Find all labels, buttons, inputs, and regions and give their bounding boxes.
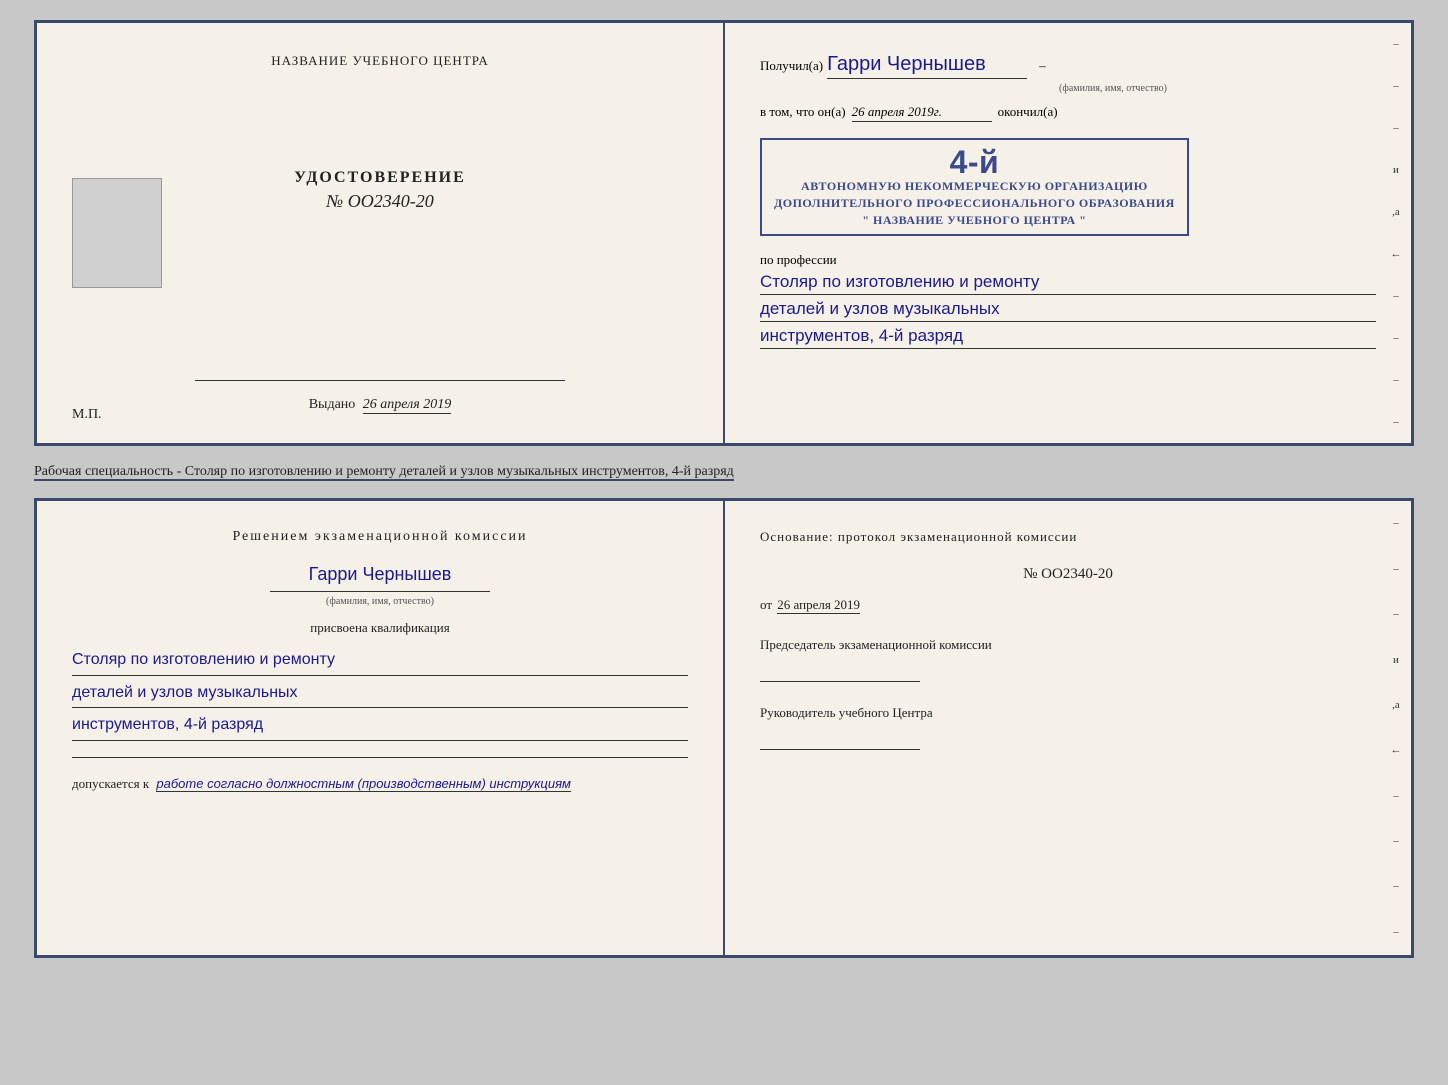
rukovoditel-block: Руководитель учебного Центра bbox=[760, 702, 1376, 750]
prisvoena-line: присвоена квалификация bbox=[72, 618, 688, 639]
udostoverenie-title: УДОСТОВЕРЕНИЕ bbox=[294, 169, 466, 187]
vtom-date: 26 апреля 2019г. bbox=[852, 104, 992, 122]
recipient-name: Гарри Чернышев bbox=[827, 53, 1027, 79]
dopuskaetsya-line: допускается к работе согласно должностны… bbox=[72, 774, 688, 795]
bottom-right-page: Основание: протокол экзаменационной коми… bbox=[725, 501, 1411, 955]
stamp-line3: " НАЗВАНИЕ УЧЕБНОГО ЦЕНТРА " bbox=[862, 213, 1086, 227]
qual-line2: деталей и узлов музыкальных bbox=[72, 680, 688, 709]
bottom-left-page: Решением экзаменационной комиссии Гарри … bbox=[37, 501, 725, 955]
bottom-fio-hint: (фамилия, имя, отчество) bbox=[72, 594, 688, 610]
mp-label: М.П. bbox=[72, 407, 102, 423]
predsedatel-signature-line bbox=[760, 662, 920, 682]
protocol-date-value: 26 апреля 2019 bbox=[777, 597, 860, 614]
bottom-person-name: Гарри Чернышев bbox=[270, 560, 490, 592]
fio-hint-top: (фамилия, имя, отчество) bbox=[850, 83, 1376, 94]
po-professii-label: по профессии bbox=[760, 252, 837, 267]
protocol-date: от 26 апреля 2019 bbox=[760, 594, 1376, 616]
top-document: НАЗВАНИЕ УЧЕБНОГО ЦЕНТРА УДОСТОВЕРЕНИЕ №… bbox=[34, 20, 1414, 446]
rukovoditel-signature-line bbox=[760, 730, 920, 750]
predsedatel-block: Председатель экзаменационной комиссии bbox=[760, 634, 1376, 682]
qual-line1: Столяр по изготовлению и ремонту bbox=[72, 647, 688, 676]
vtom-label: в том, что он(а) bbox=[760, 104, 846, 120]
resheniem-header: Решением экзаменационной комиссии bbox=[72, 526, 688, 548]
stamp-line1: АВТОНОМНУЮ НЕКОММЕРЧЕСКУЮ ОРГАНИЗАЦИЮ bbox=[801, 179, 1148, 193]
stamp-line2: ДОПОЛНИТЕЛЬНОГО ПРОФЕССИОНАЛЬНОГО ОБРАЗО… bbox=[774, 196, 1175, 210]
top-right-page: Получил(а) Гарри Чернышев – (фамилия, им… bbox=[725, 23, 1411, 443]
po-professii: по профессии Столяр по изготовлению и ре… bbox=[760, 252, 1376, 349]
vtom-line: в том, что он(а) 26 апреля 2019г. окончи… bbox=[760, 104, 1376, 122]
udostoverenie-num: № OO2340-20 bbox=[294, 191, 466, 212]
qual-line3: инструментов, 4-й разряд bbox=[72, 712, 688, 741]
profession-line3: инструментов, 4-й разряд bbox=[760, 326, 1376, 349]
subtitle-text: Рабочая специальность - Столяр по изгото… bbox=[34, 464, 734, 481]
vydano-label: Выдано bbox=[309, 397, 356, 412]
top-left-page: НАЗВАНИЕ УЧЕБНОГО ЦЕНТРА УДОСТОВЕРЕНИЕ №… bbox=[37, 23, 725, 443]
stamp-bignum: 4-й bbox=[774, 146, 1175, 178]
okonchil-label: окончил(а) bbox=[998, 104, 1058, 120]
vydano-block: Выдано 26 апреля 2019 bbox=[309, 397, 452, 413]
poluchil-label: Получил(а) bbox=[760, 58, 823, 74]
prisvoena-label: присвоена квалификация bbox=[310, 620, 449, 635]
dopuskaetsya-value: работе согласно должностным (производств… bbox=[156, 776, 571, 792]
subtitle-bar: Рабочая специальность - Столяр по изгото… bbox=[34, 458, 1414, 486]
right-edge-dashes: – – – и ,а ← – – – – bbox=[1381, 23, 1411, 443]
bottom-right-edge-dashes: – – – и ,а ← – – – – bbox=[1381, 501, 1411, 955]
predsedatel-label: Председатель экзаменационной комиссии bbox=[760, 634, 1376, 656]
stamp-block: 4-й АВТОНОМНУЮ НЕКОММЕРЧЕСКУЮ ОРГАНИЗАЦИ… bbox=[760, 138, 1189, 236]
top-left-header: НАЗВАНИЕ УЧЕБНОГО ЦЕНТРА bbox=[72, 53, 688, 69]
rukovoditel-label: Руководитель учебного Центра bbox=[760, 702, 1376, 724]
profession-line2: деталей и узлов музыкальных bbox=[760, 299, 1376, 322]
osnovanie-header: Основание: протокол экзаменационной коми… bbox=[760, 526, 1376, 548]
separator-line bbox=[72, 757, 688, 758]
bottom-document: Решением экзаменационной комиссии Гарри … bbox=[34, 498, 1414, 958]
protocol-date-prefix: от bbox=[760, 597, 772, 612]
recipient-line: Получил(а) Гарри Чернышев – bbox=[760, 53, 1376, 79]
udostoverenie-block: УДОСТОВЕРЕНИЕ № OO2340-20 bbox=[294, 169, 466, 212]
vydano-date: 26 апреля 2019 bbox=[363, 397, 451, 414]
dopuskaetsya-label: допускается к bbox=[72, 776, 149, 791]
protocol-num: № OO2340-20 bbox=[760, 562, 1376, 588]
profession-line1: Столяр по изготовлению и ремонту bbox=[760, 272, 1376, 295]
photo-placeholder bbox=[72, 178, 162, 288]
